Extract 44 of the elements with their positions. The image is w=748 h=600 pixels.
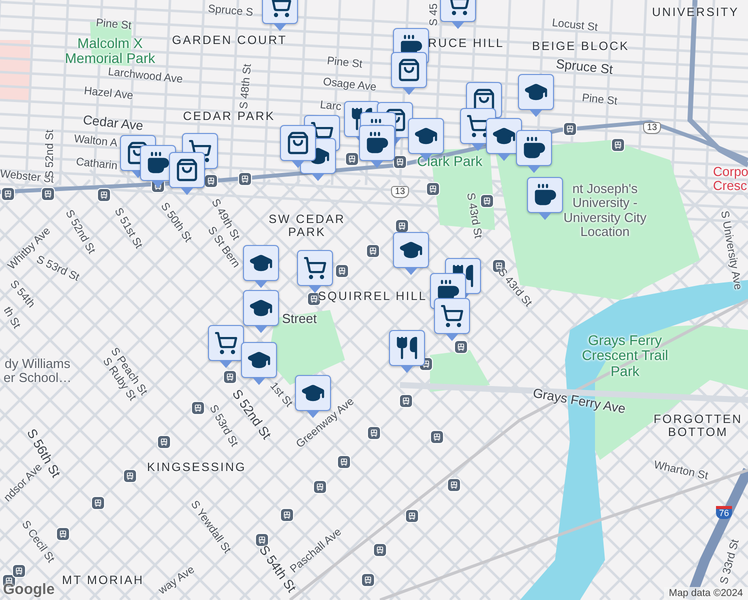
poi-label: nt Joseph's University - University City Location <box>562 182 648 240</box>
neighborhood-label: SW CEDAR PARK <box>268 213 346 240</box>
neighborhood-label: UNIVERSITY <box>652 6 740 20</box>
route-shield: 13 <box>391 186 410 198</box>
street-label: Hazel Ave <box>83 85 134 102</box>
map-logo: Google <box>3 581 55 598</box>
street-label: 1st St <box>267 380 295 410</box>
street-label: S 53rd St <box>34 254 82 284</box>
street-label: Wharton St <box>652 459 710 482</box>
street-label: Pine St <box>581 92 618 108</box>
route-shield: 13 <box>643 122 662 134</box>
neighborhood-label: CEDAR PARK <box>183 110 276 124</box>
major-label: Street <box>282 312 317 326</box>
park-label: Malcolm X Memorial Park <box>64 36 156 67</box>
neighborhood-label: RUCE HILL <box>428 37 504 50</box>
street-label: Larc <box>319 99 342 114</box>
street-label: Walton A <box>73 133 118 150</box>
street-label: S 45 <box>428 3 440 26</box>
route-shield: 76 <box>716 506 732 519</box>
neighborhood-label: MT MORIAH <box>62 574 144 588</box>
street-label: way Ave <box>156 564 197 597</box>
major-label: Cedar Ave <box>82 113 144 134</box>
poi-label: dy Williams er School… <box>2 357 72 386</box>
street-label: S 43rd St <box>464 192 484 240</box>
street-label: Osage Ave <box>322 76 377 94</box>
neighborhood-label: GARDEN COURT <box>172 34 288 48</box>
neighborhood-label: FORGOTTEN BOTTOM <box>652 413 744 440</box>
park-label: Grays Ferry Crescent Trail Park <box>580 333 670 380</box>
map-attribution: Map data ©2024 <box>664 587 748 600</box>
street-label: Spruce S <box>207 3 254 20</box>
street-label: th St <box>0 305 23 331</box>
street-label: Pine St <box>326 55 363 71</box>
neighborhood-label: KINGSESSING <box>147 461 246 474</box>
street-label: Catharin <box>75 156 118 172</box>
major-label: Spruce St <box>555 57 614 78</box>
street-label: S 48th St <box>238 63 254 110</box>
hospital-label: Corpo Cresc <box>713 165 748 194</box>
major-label: Grays Ferry Ave <box>532 386 626 416</box>
street-label: Pine St <box>95 17 132 32</box>
street-label: Locust St <box>551 17 598 34</box>
street-label: Larchwood Ave <box>107 66 184 86</box>
street-label: S University Ave <box>718 210 744 291</box>
neighborhood-label: BEIGE BLOCK <box>532 40 630 54</box>
street-label: S 33rd St <box>718 538 742 586</box>
